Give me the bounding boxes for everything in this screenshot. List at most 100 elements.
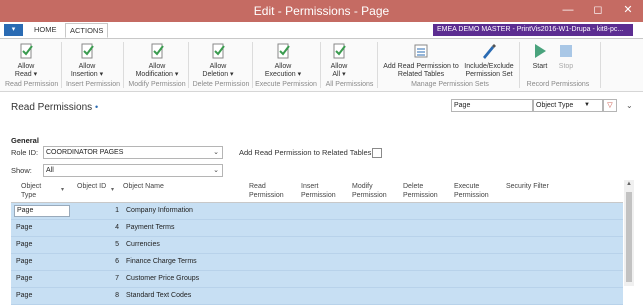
column-header-label: Insert (301, 183, 319, 190)
ribbon-group-label: Insert Permission (65, 81, 121, 88)
sort-arrow-icon[interactable]: ▾ (111, 186, 114, 195)
sort-arrow-icon[interactable]: ▾ (61, 186, 64, 195)
ribbon-group-label: Manage Permission Sets (411, 81, 489, 88)
column-header-sublabel: Type (21, 192, 37, 199)
ribbon-button-8[interactable]: Start (530, 41, 550, 71)
play-icon (535, 44, 546, 58)
grid-header: Object Type ▾ Object ID ▾ Object Name Read Perm… (11, 180, 623, 203)
ribbon-button-1[interactable]: Allow Insertion ▾ (67, 41, 107, 79)
ribbon-button-sublabel: Insertion ▾ (70, 71, 104, 78)
column-header-label: Execute (454, 183, 480, 190)
ribbon-button-label: Allow (274, 63, 292, 70)
object-id-cell[interactable]: 6 (109, 258, 119, 265)
object-name-cell: Standard Text Codes (126, 292, 192, 299)
filter-field-select[interactable]: Object Type ▼ (533, 99, 603, 112)
ribbon-button-3[interactable]: Allow Deletion ▾ (196, 41, 240, 79)
filter-value-input[interactable]: Page (451, 99, 533, 112)
show-field[interactable]: All ⌄ (43, 164, 223, 177)
table-row[interactable]: Page 6 Finance Charge Terms (11, 254, 623, 271)
table-row[interactable]: Page 5 Currencies (11, 237, 623, 254)
object-id-cell[interactable]: 4 (109, 224, 119, 231)
scrollbar-thumb[interactable] (626, 192, 632, 282)
check-document-icon (333, 43, 346, 59)
object-id-cell[interactable]: 5 (109, 241, 119, 248)
stop-icon (560, 45, 572, 57)
object-type-cell[interactable]: Page (16, 258, 32, 265)
close-button[interactable]: ✕ (613, 0, 643, 22)
column-header[interactable]: Security Filter (506, 182, 549, 191)
column-header[interactable]: Object Type ▾ (21, 182, 64, 200)
scroll-up-icon[interactable]: ▲ (626, 181, 632, 187)
chevron-down-icon: ⌄ (213, 167, 219, 174)
column-header[interactable]: Insert Permission (301, 182, 336, 200)
column-header[interactable]: Object ID ▾ (77, 182, 114, 193)
minimize-button[interactable]: — (553, 0, 583, 22)
role-id-value: COORDINATOR PAGES (46, 149, 124, 156)
ribbon-button-2[interactable]: Allow Modification ▾ (131, 41, 183, 79)
object-type-cell[interactable]: Page (16, 275, 32, 282)
ribbon-button-9[interactable]: Stop (556, 41, 576, 71)
show-label: Show: (11, 166, 32, 175)
pen-icon (483, 44, 496, 59)
ribbon-button-7[interactable]: Include/Exclude Permission Set (463, 41, 515, 79)
add-related-checkbox[interactable] (372, 148, 382, 158)
ribbon-button-0[interactable]: Allow Read ▾ (10, 41, 42, 79)
object-type-cell[interactable]: Page (16, 241, 32, 248)
object-id-cell[interactable]: 8 (109, 292, 119, 299)
object-name-cell: Company Information (126, 207, 193, 214)
maximize-button[interactable]: ◻ (583, 0, 613, 22)
column-header-label: Delete (403, 183, 424, 190)
object-type-cell[interactable]: Page (16, 292, 32, 299)
ribbon-button-sublabel: Modification ▾ (135, 71, 179, 78)
column-header[interactable]: Read Permission (249, 182, 284, 200)
tab-home[interactable]: HOME (34, 25, 57, 34)
check-document-icon (212, 43, 225, 59)
ribbon: Allow Read ▾ Allow Insertion ▾ Allow Modifica… (0, 39, 643, 92)
table-row[interactable]: Page 7 Customer Price Groups (11, 271, 623, 288)
object-type-cell[interactable]: Page (16, 224, 32, 231)
column-header-sublabel: Permission (352, 192, 387, 199)
column-header-sublabel: Permission (454, 192, 489, 199)
ribbon-button-label: Allow (148, 63, 166, 70)
column-header-sublabel: Permission (301, 192, 336, 199)
app-menu-button[interactable]: ▾ (4, 24, 23, 36)
column-header-label: Modify (352, 183, 373, 190)
chevron-down-icon: ⌄ (213, 149, 219, 156)
tab-actions[interactable]: ACTIONS (65, 23, 109, 38)
ribbon-separator (188, 42, 189, 88)
role-id-field[interactable]: COORDINATOR PAGES ⌄ (43, 146, 223, 159)
ribbon-group-label: Execute Permission (255, 81, 317, 88)
check-document-icon (20, 43, 33, 59)
ribbon-button-label: Allow (209, 63, 227, 70)
ribbon-button-5[interactable]: Allow All ▾ (327, 41, 351, 79)
ribbon-button-4[interactable]: Allow Execution ▾ (260, 41, 306, 79)
title-bar: Edit - Permissions - Page — ◻ ✕ (0, 0, 643, 22)
role-id-label: Role ID: (11, 148, 39, 157)
column-header[interactable]: Object Name (123, 182, 164, 191)
object-id-cell[interactable]: 1 (109, 207, 119, 214)
ribbon-button-label: Start (532, 63, 548, 70)
table-row[interactable]: Page 4 Payment Terms (11, 220, 623, 237)
table-row[interactable]: Page 8 Standard Text Codes (11, 288, 623, 305)
ribbon-button-sublabel: Execution ▾ (264, 71, 302, 78)
clear-filter-icon[interactable]: ▽ (603, 99, 617, 112)
vertical-scrollbar[interactable]: ▲ (624, 180, 634, 286)
ribbon-button-6[interactable]: Add Read Permission to Related Tables (383, 41, 459, 79)
object-type-cell[interactable]: Page (14, 205, 70, 217)
column-header[interactable]: Delete Permission (403, 182, 438, 200)
table-row[interactable]: Page 1 Company Information (11, 203, 623, 220)
ribbon-separator (123, 42, 124, 88)
column-header-label: Security Filter (506, 183, 549, 190)
ribbon-button-sublabel: Read ▾ (14, 71, 38, 78)
page-title: Read Permissions • (11, 102, 98, 113)
column-header-label: Object ID (77, 183, 107, 190)
column-header[interactable]: Modify Permission (352, 182, 387, 200)
column-header[interactable]: Execute Permission (454, 182, 489, 200)
collapse-chevron-icon[interactable]: ⌄ (626, 101, 633, 110)
ribbon-separator (252, 42, 253, 88)
ribbon-group-label: Delete Permission (192, 81, 250, 88)
ribbon-button-sublabel: Permission Set (465, 71, 513, 78)
object-id-cell[interactable]: 7 (109, 275, 119, 282)
object-name-cell: Payment Terms (126, 224, 175, 231)
object-name-cell: Customer Price Groups (126, 275, 200, 282)
